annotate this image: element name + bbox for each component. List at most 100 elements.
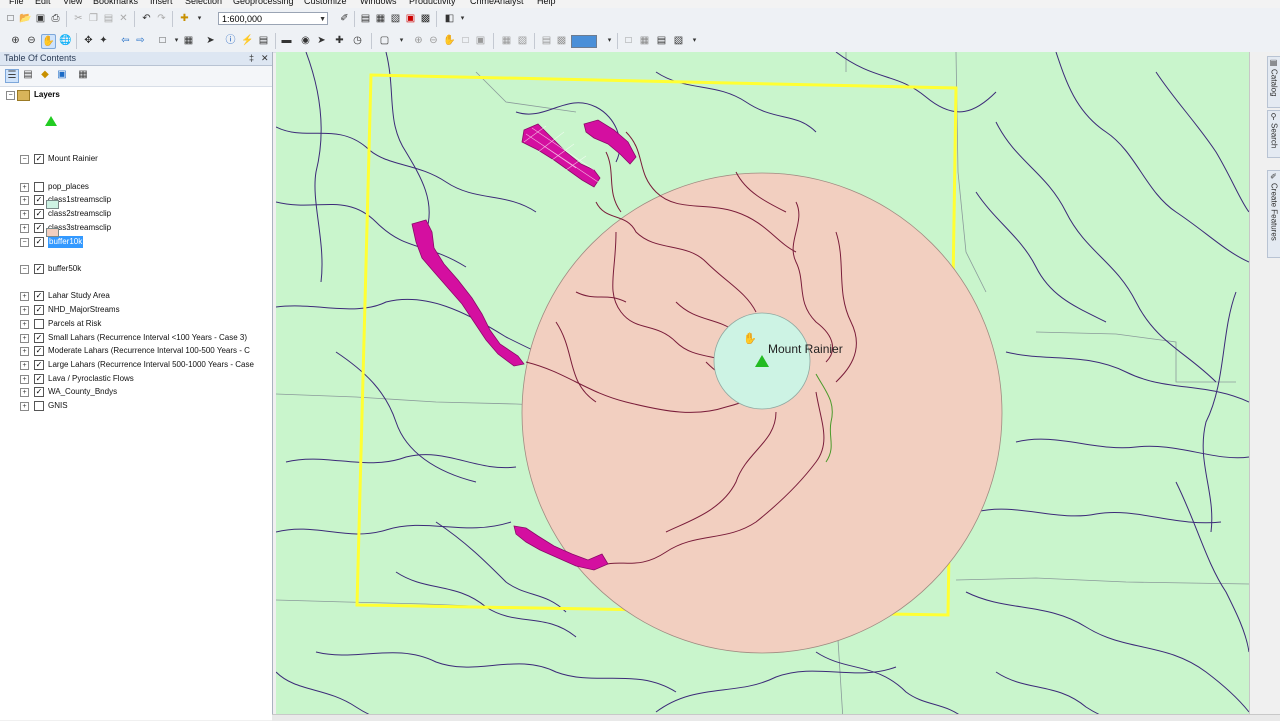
layer-name[interactable]: class2streamsclip <box>48 208 111 220</box>
layer-visibility-checkbox[interactable]: ✓ <box>34 209 44 219</box>
draw-text-icon[interactable]: ▧ <box>516 34 529 47</box>
pin-icon[interactable]: ‡ <box>249 52 254 65</box>
fill-color-icon[interactable]: ▩ <box>555 34 568 47</box>
layer-name[interactable]: WA_County_Bndys <box>48 386 117 398</box>
layer-visibility-checkbox[interactable] <box>34 319 44 329</box>
layer-name[interactable]: NHD_MajorStreams <box>48 304 120 316</box>
add-data-icon[interactable]: ✚ <box>178 12 191 25</box>
layer-name[interactable]: Moderate Lahars (Recurrence Interval 100… <box>48 345 250 357</box>
layer-name[interactable]: Mount Rainier <box>48 153 98 165</box>
menu-item-file[interactable]: File <box>9 0 24 8</box>
menu-item-edit[interactable]: Edit <box>35 0 51 8</box>
time-slider-icon[interactable]: ◷ <box>351 34 364 47</box>
menu-item-help[interactable]: Help <box>537 0 556 8</box>
select-features-icon[interactable]: □ <box>156 34 169 47</box>
map-view[interactable]: Mount Rainier ✋ <box>276 52 1249 720</box>
expand-icon[interactable]: + <box>20 183 29 192</box>
print-icon[interactable]: ⎙ <box>49 12 62 25</box>
catalog-tab[interactable]: ▤ Catalog <box>1267 56 1280 108</box>
menu-item-bookmarks[interactable]: Bookmarks <box>93 0 138 8</box>
add-data-dropdown-icon[interactable]: ▾ <box>193 12 206 25</box>
toc-options-icon[interactable]: ▦ <box>77 69 89 81</box>
layer-name[interactable]: buffer10k <box>48 236 84 248</box>
fixed-zoom-in-icon[interactable]: ✥ <box>82 34 95 47</box>
layer-visibility-checkbox[interactable]: ✓ <box>34 360 44 370</box>
open-folder-icon[interactable]: 📂 <box>19 12 32 25</box>
expand-icon[interactable]: + <box>20 320 29 329</box>
expand-icon[interactable]: + <box>20 361 29 370</box>
expand-icon[interactable]: + <box>20 224 29 233</box>
page-layout-icon[interactable]: □ <box>622 34 635 47</box>
fixed-zoom-out-icon[interactable]: ✦ <box>97 34 110 47</box>
copy-icon[interactable]: ❐ <box>87 12 100 25</box>
draw-rectangle-icon[interactable]: ▦ <box>500 34 513 47</box>
undo-icon[interactable]: ↶ <box>140 12 153 25</box>
expand-icon[interactable]: + <box>20 334 29 343</box>
layer-visibility-checkbox[interactable]: ✓ <box>34 264 44 274</box>
table-of-contents-icon[interactable]: ▤ <box>359 12 372 25</box>
menu-item-selection[interactable]: Selection <box>185 0 222 8</box>
expand-icon[interactable]: + <box>20 292 29 301</box>
cut-icon[interactable]: ✂ <box>72 12 85 25</box>
list-by-selection-icon[interactable]: ▣ <box>56 69 68 81</box>
list-by-drawing-order-icon[interactable]: ☰ <box>5 69 19 83</box>
layer-visibility-checkbox[interactable] <box>34 182 44 192</box>
full-extent-globe-icon[interactable]: 🌐 <box>59 34 72 47</box>
map-scale-combobox[interactable]: 1:600,000 ▼ <box>218 12 328 25</box>
chevron-down-icon[interactable]: ▼ <box>319 13 326 26</box>
color-dropdown-icon[interactable]: ▾ <box>603 34 616 47</box>
search-window-icon[interactable]: ▧ <box>389 12 402 25</box>
layer-name[interactable]: Parcels at Risk <box>48 318 101 330</box>
expand-icon[interactable]: + <box>20 306 29 315</box>
zoom-in-icon[interactable]: ⊕ <box>9 34 22 47</box>
create-viewer-window-icon[interactable]: ▢ <box>378 34 391 47</box>
zoom-whole-page-icon[interactable]: □ <box>459 34 472 47</box>
select-elements-arrow-icon[interactable]: ➤ <box>204 34 217 47</box>
layer-name[interactable]: Large Lahars (Recurrence Interval 500-10… <box>48 359 254 371</box>
find-route-icon[interactable]: ➤ <box>315 34 328 47</box>
identify-icon[interactable]: ⓘ <box>224 34 237 47</box>
layer-visibility-checkbox[interactable]: ✓ <box>34 154 44 164</box>
layer-visibility-checkbox[interactable]: ✓ <box>34 346 44 356</box>
layout-pan-icon[interactable]: ✋ <box>443 34 456 47</box>
find-binoculars-icon[interactable]: ◉ <box>299 34 312 47</box>
back-arrow-icon[interactable]: ⇦ <box>119 34 132 47</box>
layer-visibility-checkbox[interactable]: ✓ <box>34 291 44 301</box>
editor-toolbar-icon[interactable]: ✐ <box>338 12 351 25</box>
new-document-icon[interactable]: □ <box>4 12 17 25</box>
fill-color-swatch[interactable] <box>571 35 597 48</box>
menu-item-productivity[interactable]: Productivity <box>409 0 456 8</box>
layer-visibility-checkbox[interactable]: ✓ <box>34 237 44 247</box>
zoom-out-icon[interactable]: ⊖ <box>25 34 38 47</box>
layer-name[interactable]: GNIS <box>48 400 68 412</box>
layer-visibility-checkbox[interactable]: ✓ <box>34 374 44 384</box>
layer-name[interactable]: Lahar Study Area <box>48 290 110 302</box>
collapse-icon[interactable]: − <box>20 155 29 164</box>
refresh-icon[interactable]: ▦ <box>638 34 651 47</box>
layer-visibility-checkbox[interactable]: ✓ <box>34 387 44 397</box>
list-by-source-icon[interactable]: ▤ <box>22 69 34 81</box>
layer-visibility-checkbox[interactable] <box>34 401 44 411</box>
create-features-tab[interactable]: ✐ Create Features <box>1267 170 1280 258</box>
collapse-icon[interactable]: − <box>20 238 29 247</box>
more-tools-dropdown-icon[interactable]: ▾ <box>688 34 701 47</box>
close-icon[interactable]: ✕ <box>261 52 269 65</box>
menu-item-customize[interactable]: Customize <box>304 0 347 8</box>
clear-selection-icon[interactable]: ▦ <box>182 34 195 47</box>
model-builder-icon[interactable]: ◧ <box>443 12 456 25</box>
python-window-icon[interactable]: ▩ <box>419 12 432 25</box>
map-canvas[interactable]: Mount Rainier ✋ <box>276 52 1249 720</box>
go-to-xy-icon[interactable]: ✚ <box>333 34 346 47</box>
menu-item-view[interactable]: View <box>63 0 82 8</box>
layer-name[interactable]: Lava / Pyroclastic Flows <box>48 373 134 385</box>
paste-icon[interactable]: ▤ <box>102 12 115 25</box>
pan-hand-icon[interactable]: ✋ <box>41 34 56 49</box>
layout-zoom-out-icon[interactable]: ⊖ <box>427 34 440 47</box>
expand-icon[interactable]: + <box>20 402 29 411</box>
layer-visibility-checkbox[interactable]: ✓ <box>34 195 44 205</box>
zoom-100-icon[interactable]: ▣ <box>474 34 487 47</box>
delete-icon[interactable]: ✕ <box>117 12 130 25</box>
layer-name[interactable]: buffer50k <box>48 263 81 275</box>
model-builder-dropdown-icon[interactable]: ▾ <box>456 12 469 25</box>
expand-icon[interactable]: + <box>20 347 29 356</box>
